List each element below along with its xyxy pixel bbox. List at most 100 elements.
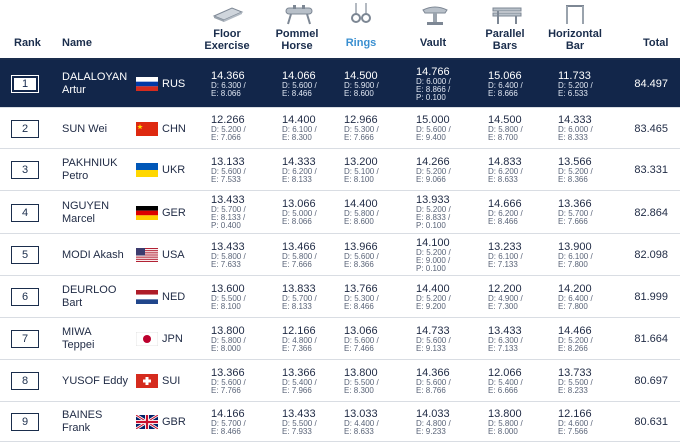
apparatus-score: 13.433 D: 6.300 /E: 7.133 — [488, 325, 523, 353]
apparatus-score: 13.900 D: 6.100 /E: 7.800 — [558, 241, 593, 269]
ger-flag-icon — [136, 205, 158, 220]
apparatus-score: 13.200 D: 5.100 /E: 8.100 — [344, 156, 379, 184]
score-total: 14.833 — [488, 155, 522, 168]
apparatus-score: 14.400 D: 5.200 /E: 9.200 — [416, 282, 451, 311]
score-detail: E: 9.400 — [416, 133, 446, 142]
rank-value: 2 — [21, 122, 29, 135]
score-total: 14.033 — [416, 407, 450, 420]
score-detail: E: 8.300 — [344, 385, 374, 395]
header-name[interactable]: Name — [62, 37, 92, 49]
header-vault[interactable]: Vault — [408, 37, 458, 49]
score-detail: E: 9.200 — [416, 301, 446, 311]
score-total: 14.266 — [416, 155, 450, 168]
score-detail: E: 8.366 — [558, 174, 588, 184]
rank-badge: 1 — [11, 75, 39, 93]
table-row[interactable]: 6 DEURLOO Bart NED 13.600 D: 5.500 /E: 8.100 1… — [0, 276, 680, 318]
apparatus-score: 14.400 D: 5.800 /E: 8.600 — [344, 199, 379, 226]
score-total: 13.566 — [558, 155, 592, 168]
apparatus-score: 13.800 D: 5.800 /E: 8.000 — [211, 325, 246, 353]
apparatus-score: 13.966 D: 5.600 /E: 8.366 — [344, 240, 379, 269]
athlete-name[interactable]: DEURLOO Bart — [62, 284, 116, 310]
table-row[interactable]: 3 PAKHNIUK Petro UKR 13.133 D: 5.600 /E: 7.53… — [0, 149, 680, 191]
score-detail: E: 8.300 — [282, 133, 312, 142]
athlete-name[interactable]: SUN Wei — [62, 123, 107, 136]
athlete-surname: DEURLOO — [62, 284, 117, 296]
horizontal-bar-icon — [558, 2, 592, 26]
table-row[interactable]: 8 YUSOF Eddy SUI 13.366 D: 5.600 /E: 7.766 13… — [0, 360, 680, 402]
score-total: 14.366 — [211, 69, 245, 82]
rank-value: 6 — [21, 291, 29, 303]
score-detail: E: 8.000 — [211, 343, 241, 353]
score-detail: E: 8.466 — [211, 426, 241, 436]
table-row[interactable]: 9 BAINES Frank GBR 14.166 D: 5.700 /E: 8.466 1… — [0, 402, 680, 442]
score-detail: E: 8.133 — [282, 301, 312, 311]
header-pommel-horse[interactable]: Pommel Horse — [272, 28, 322, 52]
score-total: 14.166 — [211, 407, 245, 420]
header-total[interactable]: Total — [643, 37, 668, 49]
score-total: 13.233 — [488, 240, 522, 253]
rank-value: 4 — [21, 206, 29, 219]
table-row[interactable]: 7 MIWA Teppei JPN 13.800 D: 5.800 /E: 8.000 12… — [0, 318, 680, 360]
table-row[interactable]: 2 SUN Wei CHN 12.266 D: 5.200 /E: 7.066 14.40… — [0, 108, 680, 149]
table-row[interactable]: 4 NGUYEN Marcel GER 13.433 D: 5.700 /E: 8.133… — [0, 191, 680, 234]
score-detail: E: 8.233 — [558, 385, 588, 395]
athlete-surname: NGUYEN — [62, 199, 110, 212]
apparatus-score: 12.266 D: 5.200 /E: 7.066 — [211, 115, 246, 142]
header-floor-exercise[interactable]: Floor Exercise — [202, 28, 252, 52]
rank-badge: 8 — [11, 372, 39, 390]
score-total: 11.733 — [558, 69, 591, 82]
header-rank[interactable]: Rank — [14, 37, 41, 49]
table-row[interactable]: 1 DALALOYAN Artur RUS 14.366 D: 6.300 /E: 8.0… — [0, 60, 680, 108]
all-around-total: 81.999 — [634, 291, 668, 303]
header-horizontal-bar[interactable]: Horizontal Bar — [540, 28, 610, 52]
score-detail: E: 6.533 — [558, 88, 588, 98]
score-detail: E: 8.466 — [344, 301, 374, 311]
all-around-total: 84.497 — [634, 78, 668, 90]
apparatus-score: 13.833 D: 5.700 /E: 8.133 — [282, 283, 317, 311]
apparatus-score: 14.366 D: 5.600 /E: 8.766 — [416, 367, 451, 395]
results-table: Rank Name Floor Exercise Pommel Horse Ring… — [0, 0, 680, 442]
score-total: 13.800 — [488, 407, 522, 420]
athlete-name[interactable]: DALALOYAN Artur — [62, 71, 127, 97]
score-detail: E: 7.533 — [211, 174, 241, 184]
apparatus-score: 13.600 D: 5.500 /E: 8.100 — [211, 283, 246, 311]
rank-value: 7 — [21, 333, 29, 345]
table-row[interactable]: 5 MODI Akash USA 13.433 D: 5.800 /E: 7.633 13… — [0, 234, 680, 276]
gbr-flag-icon — [136, 415, 158, 429]
apparatus-score: 14.033 D: 4.800 /E: 9.233 — [416, 407, 451, 436]
nation-code: CHN — [162, 122, 186, 135]
apparatus-score: 13.133 D: 5.600 /E: 7.533 — [211, 156, 246, 184]
athlete-given-name: Teppei — [62, 339, 95, 351]
athlete-name[interactable]: YUSOF Eddy — [62, 375, 128, 388]
score-total: 13.433 — [282, 407, 316, 420]
header-rings[interactable]: Rings — [336, 37, 386, 49]
apparatus-score: 14.500 D: 5.800 /E: 8.700 — [488, 115, 523, 142]
header-parallel-bars[interactable]: Parallel Bars — [480, 28, 530, 52]
apparatus-score: 13.433 D: 5.500 /E: 7.933 — [282, 407, 317, 436]
rank-badge: 9 — [11, 413, 39, 431]
apparatus-score: 12.966 D: 5.300 /E: 7.666 — [344, 115, 379, 142]
athlete-name[interactable]: BAINES Frank — [62, 409, 102, 435]
score-total: 12.066 — [488, 366, 522, 379]
score-total: 12.200 — [488, 282, 522, 295]
all-around-total: 81.664 — [634, 333, 668, 345]
athlete-given-name: Petro — [62, 170, 89, 182]
apparatus-score: 14.500 D: 5.900 /E: 8.600 — [344, 69, 379, 98]
athlete-surname: PAKHNIUK — [62, 157, 118, 169]
apparatus-score: 13.566 D: 5.200 /E: 8.366 — [558, 155, 593, 184]
score-total: 12.166 — [558, 407, 592, 420]
score-total: 14.400 — [416, 282, 450, 295]
score-total: 13.733 — [558, 366, 592, 379]
athlete-name[interactable]: MODI Akash — [62, 249, 124, 262]
rus-flag-icon — [136, 77, 158, 91]
score-total: 14.500 — [344, 69, 378, 82]
athlete-name[interactable]: NGUYEN Marcel — [62, 200, 109, 226]
score-detail: E: 7.800 — [558, 259, 588, 269]
apparatus-score: 14.766 D: 6.000 /E: 8.866 /P: 0.100 — [416, 66, 451, 102]
athlete-name[interactable]: MIWA Teppei — [62, 326, 94, 352]
athlete-name[interactable]: PAKHNIUK Petro — [62, 157, 117, 183]
score-total: 13.966 — [344, 240, 378, 253]
apparatus-score: 14.733 D: 5.600 /E: 9.133 — [416, 325, 451, 353]
score-detail: E: 8.333 — [558, 133, 588, 142]
score-detail: E: 8.600 — [344, 217, 374, 226]
